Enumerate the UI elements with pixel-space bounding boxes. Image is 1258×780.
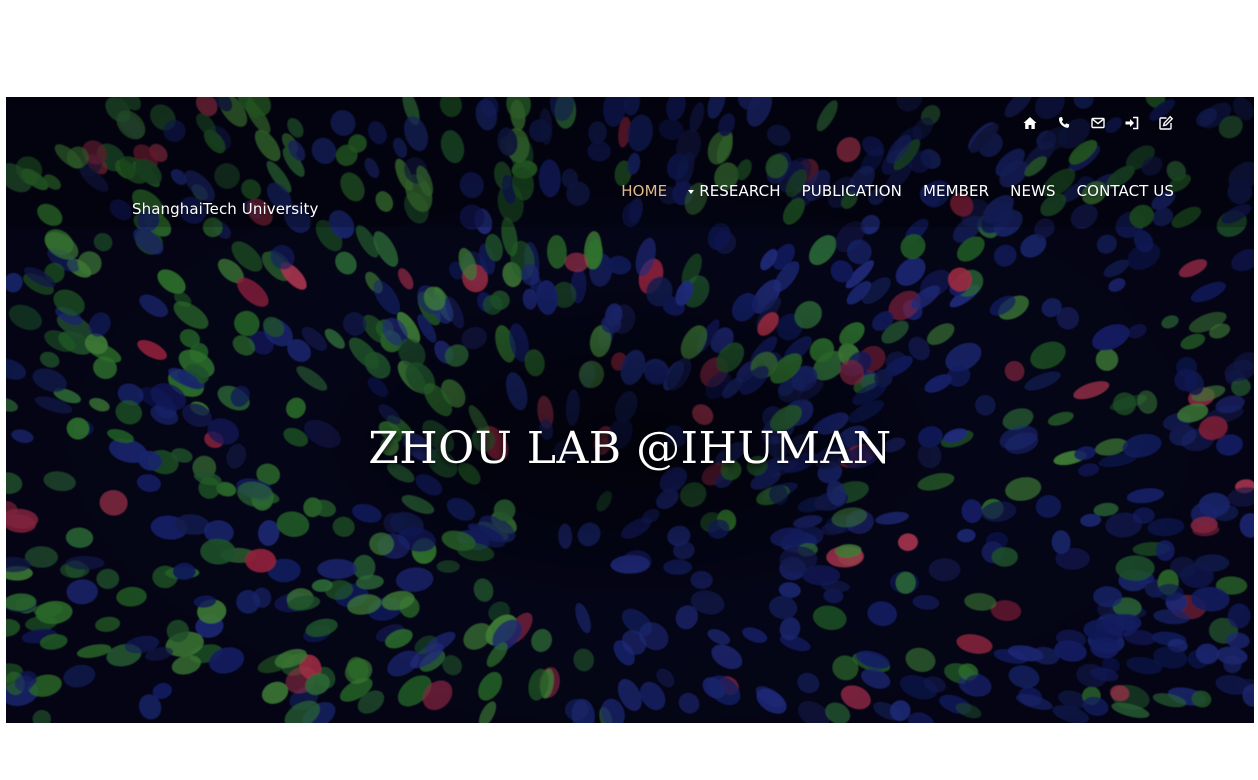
nav-item-research-label: RESEARCH [699,182,781,200]
top-utility-icons [1022,115,1174,131]
hero-title: ZHOU LAB @IHUMAN [368,423,892,474]
nav-item-contact-us[interactable]: CONTACT US [1077,182,1174,200]
home-icon[interactable] [1022,115,1038,131]
sign-in-icon[interactable] [1124,115,1140,131]
phone-icon[interactable] [1056,115,1072,131]
envelope-icon[interactable] [1090,115,1106,131]
main-nav: HOME RESEARCH PUBLICATION MEMBER NEWS CO… [621,182,1174,200]
edit-icon[interactable] [1158,115,1174,131]
nav-item-research[interactable]: RESEARCH [688,182,780,200]
caret-down-icon [688,190,695,194]
hero-banner: ShanghaiTech University HOME RESEARCH PU… [6,97,1254,723]
nav-item-news[interactable]: NEWS [1010,182,1055,200]
nav-item-member[interactable]: MEMBER [923,182,989,200]
brand-name[interactable]: ShanghaiTech University [132,200,318,218]
nav-item-home[interactable]: HOME [621,182,667,200]
nav-item-publication[interactable]: PUBLICATION [802,182,902,200]
